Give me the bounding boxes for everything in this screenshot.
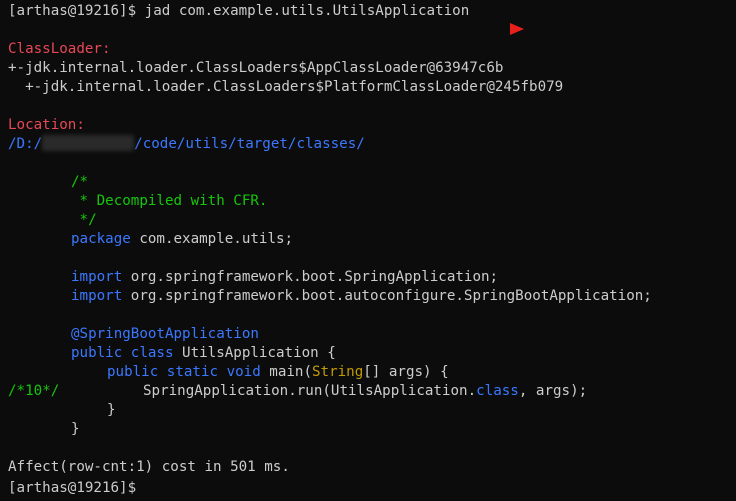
code-brace: } — [107, 402, 116, 418]
class-name: UtilsApplication { — [173, 345, 336, 361]
code-comment: /* — [71, 174, 89, 190]
redacted-path-segment — [42, 135, 135, 151]
prompt-line[interactable]: [arthas@19216]$ — [8, 477, 145, 496]
code-comment: */ — [71, 212, 97, 228]
keyword: void — [226, 364, 261, 380]
method-close: [] args) { — [363, 364, 449, 380]
code-import-line: import org.springframework.boot.SpringAp… — [71, 268, 498, 287]
location-path-prefix: /D:/ — [8, 136, 43, 152]
code-run-call: SpringApplication.run(UtilsApplication.c… — [143, 382, 587, 401]
method-open: main( — [260, 364, 313, 380]
package-name: com.example.utils; — [130, 231, 294, 247]
code-import-line: import org.springframework.boot.autoconf… — [71, 287, 652, 306]
code-package-line: package com.example.utils; — [71, 230, 293, 249]
keyword: public — [107, 364, 159, 380]
code-class-decl: public class UtilsApplication { — [71, 344, 336, 363]
keyword: package — [71, 231, 131, 247]
command-line: [arthas@19216]$ jad com.example.utils.Ut… — [8, 2, 469, 21]
shell-prompt: [arthas@19216]$ — [8, 3, 137, 19]
location-path-suffix: /code/utils/target/classes/ — [134, 136, 365, 152]
location-label: Location: — [8, 117, 85, 133]
code-brace: } — [71, 421, 80, 437]
line-number-marker: /*10*/ — [8, 383, 60, 399]
keyword: public — [71, 345, 123, 361]
keyword: class — [130, 345, 174, 361]
keyword: import — [71, 288, 123, 304]
keyword: static — [166, 364, 219, 380]
keyword: import — [71, 269, 123, 285]
keyword: class — [476, 383, 519, 399]
run-call-text: SpringApplication.run(UtilsApplication. — [143, 383, 477, 399]
text-cursor — [136, 477, 145, 492]
code-annotation: @SpringBootApplication — [71, 326, 259, 342]
classloader-line: +-jdk.internal.loader.ClassLoaders$AppCl… — [8, 60, 504, 76]
type-name: String — [312, 364, 364, 380]
code-comment: * Decompiled with CFR. — [71, 193, 268, 209]
code-method-decl: public static void main(String[] args) { — [107, 363, 449, 382]
run-call-end: , args); — [518, 383, 588, 399]
import-name: org.springframework.boot.autoconfigure.S… — [122, 288, 652, 304]
command-text: jad com.example.utils.UtilsApplication — [136, 3, 470, 19]
import-name: org.springframework.boot.SpringApplicati… — [122, 269, 499, 285]
red-arrow-annotation — [150, 23, 524, 35]
terminal-window[interactable]: [arthas@19216]$ jad com.example.utils.Ut… — [0, 0, 736, 501]
classloader-line: +-jdk.internal.loader.ClassLoaders$Platf… — [8, 79, 564, 95]
shell-prompt: [arthas@19216]$ — [8, 480, 137, 496]
classloader-label: ClassLoader: — [8, 41, 111, 57]
affect-summary: Affect(row-cnt:1) cost in 501 ms. — [8, 459, 290, 475]
location-path: /D:/ /code/utils/target/classes/ — [8, 135, 365, 154]
